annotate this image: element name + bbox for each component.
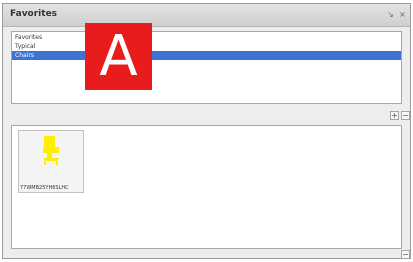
title-bar: Favorites ↘ ×: [3, 4, 410, 27]
close-icon[interactable]: ×: [398, 10, 407, 19]
favorites-panel: Favorites ↘ × Favorites Typical Chairs +…: [2, 3, 411, 259]
favorites-items-area: 77WMB25YH6SLHC: [11, 125, 402, 249]
remove-item-button[interactable]: −: [401, 250, 410, 259]
pin-icon[interactable]: ↘: [386, 10, 395, 19]
panel-title: Favorites: [10, 9, 58, 19]
yellow-chair-icon: [43, 136, 59, 165]
category-item-chairs[interactable]: Chairs: [12, 51, 401, 60]
favorite-item[interactable]: 77WMB25YH6SLHC: [18, 130, 84, 193]
annotation-marker-a: A: [85, 23, 152, 90]
favorite-item-label: 77WMB25YH6SLHC: [20, 185, 69, 191]
add-category-button[interactable]: +: [390, 111, 399, 120]
remove-category-button[interactable]: −: [401, 111, 410, 120]
category-list: Favorites Typical Chairs: [11, 31, 402, 104]
